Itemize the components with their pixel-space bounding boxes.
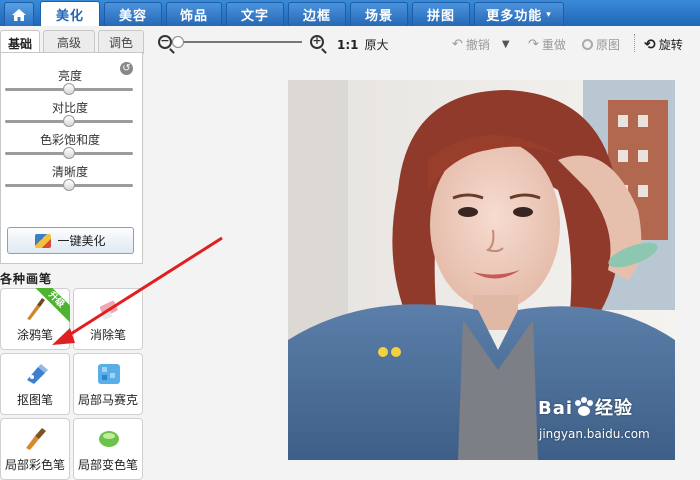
saturation-slider[interactable] [5, 147, 133, 159]
slider-knob[interactable] [63, 147, 75, 159]
tab-decorations[interactable]: 饰品 [166, 2, 222, 26]
rotate-icon: ⟲ [644, 36, 656, 53]
tab-more-features[interactable]: 更多功能 ▾ [474, 2, 564, 26]
graffiti-brush-button[interactable]: 升级 涂鸦笔 [0, 288, 70, 350]
ratio-label: 1:1 [337, 37, 359, 52]
zoom-out-icon[interactable]: − [158, 34, 172, 49]
zoom-in-icon[interactable]: + [310, 34, 324, 49]
brightness-label: 亮度 [57, 69, 82, 83]
subtab-label: 调色 [108, 36, 133, 50]
actual-size-button[interactable]: 1:1 原大 [337, 36, 389, 53]
redo-label: 重做 [541, 38, 566, 52]
slider-knob[interactable] [63, 115, 75, 127]
local-recolor-brush-button[interactable]: 局部变色笔 [73, 418, 143, 480]
canvas-toolbar: − + 1:1 原大 ↶ 撤销 ▼ ↷ 重做 原图 ⟲ 旋转 [150, 26, 700, 60]
tab-label: 拼图 [426, 9, 455, 24]
tab-label: 饰品 [179, 9, 208, 24]
left-panel: 基础 高级 调色 ↺ 亮度 对比度 色彩饱和度 清晰度 一键美化 各种画笔 升级… [0, 26, 145, 480]
undo-button[interactable]: ↶ 撤销 ▼ [452, 36, 510, 53]
chevron-down-icon[interactable]: ▼ [502, 39, 510, 50]
recolor-icon [99, 431, 119, 447]
baidu-watermark: Bai 经验 [538, 394, 633, 420]
tab-label: 边框 [302, 9, 331, 24]
saturation-label: 色彩饱和度 [39, 133, 100, 147]
undo-label: 撤销 [465, 38, 490, 52]
paw-icon [575, 397, 594, 416]
sharpness-label: 清晰度 [51, 165, 88, 179]
brush-label: 局部变色笔 [77, 458, 138, 472]
brush-label: 抠图笔 [16, 393, 53, 407]
subtab-label: 基础 [7, 36, 32, 51]
circle-icon [582, 39, 593, 50]
top-nav: 美化 美容 饰品 文字 边框 场景 拼图 更多功能 ▾ [0, 0, 700, 26]
original-size-label: 原大 [364, 38, 389, 52]
tab-beautify[interactable]: 美化 [40, 1, 100, 26]
eraser-icon [99, 300, 118, 320]
subtab-label: 高级 [56, 36, 81, 50]
brush-label: 局部马赛克 [77, 393, 138, 407]
button-label: 一键美化 [57, 234, 106, 248]
original-image-button[interactable]: 原图 [582, 36, 620, 53]
redo-button[interactable]: ↷ 重做 [528, 36, 566, 53]
sharpness-slider[interactable] [5, 179, 133, 191]
tab-collage[interactable]: 拼图 [412, 2, 470, 26]
redo-icon: ↷ [528, 37, 539, 52]
toolbar-divider [634, 34, 635, 52]
home-button[interactable] [4, 2, 34, 26]
chevron-down-icon: ▾ [546, 9, 552, 20]
zoom-slider[interactable] [178, 41, 302, 43]
original-label: 原图 [596, 38, 621, 52]
pen-icon [27, 364, 48, 384]
local-mosaic-button[interactable]: 局部马赛克 [73, 353, 143, 415]
watermark-url: jingyan.baidu.com [539, 427, 650, 441]
one-click-beautify-button[interactable]: 一键美化 [7, 227, 134, 254]
home-icon [12, 8, 26, 21]
eraser-brush-button[interactable]: 消除笔 [73, 288, 143, 350]
tab-label: 文字 [240, 9, 269, 24]
subtab-advanced[interactable]: 高级 [43, 30, 95, 54]
basic-adjust-panel: ↺ 亮度 对比度 色彩饱和度 清晰度 一键美化 [0, 52, 143, 264]
tab-frames[interactable]: 边框 [288, 2, 346, 26]
contrast-label: 对比度 [51, 101, 88, 115]
zoom-slider-knob[interactable] [172, 36, 184, 48]
undo-icon: ↶ [452, 37, 463, 52]
brush-label: 消除笔 [89, 328, 126, 342]
slider-knob[interactable] [63, 179, 75, 191]
subtab-color[interactable]: 调色 [98, 30, 144, 54]
slider-knob[interactable] [63, 83, 75, 95]
brush-label: 涂鸦笔 [16, 328, 53, 342]
local-color-brush-button[interactable]: 局部彩色笔 [0, 418, 70, 480]
tab-label: 美容 [118, 9, 147, 24]
tab-label: 美化 [55, 8, 84, 24]
tab-makeup[interactable]: 美容 [104, 2, 162, 26]
contrast-slider[interactable] [5, 115, 133, 127]
rotate-button[interactable]: ⟲ 旋转 [644, 36, 683, 53]
brightness-slider[interactable] [5, 83, 133, 95]
color-brush-icon [26, 428, 46, 450]
brush-label: 局部彩色笔 [4, 458, 65, 472]
mosaic-icon [98, 364, 120, 384]
tab-label: 场景 [364, 9, 393, 24]
tab-text[interactable]: 文字 [226, 2, 284, 26]
tab-label: 更多功能 [486, 9, 543, 24]
upgrade-badge: 升级 [36, 288, 70, 322]
brushes-section-title: 各种画笔 [0, 272, 53, 286]
subtab-bar: 基础 高级 调色 [0, 28, 145, 55]
cutout-brush-button[interactable]: 抠图笔 [0, 353, 70, 415]
tab-scenes[interactable]: 场景 [350, 2, 408, 26]
watermark-suffix: 经验 [595, 398, 634, 419]
beautify-icon [35, 233, 52, 248]
rotate-label: 旋转 [658, 38, 683, 52]
watermark-logo: Bai [538, 398, 574, 419]
